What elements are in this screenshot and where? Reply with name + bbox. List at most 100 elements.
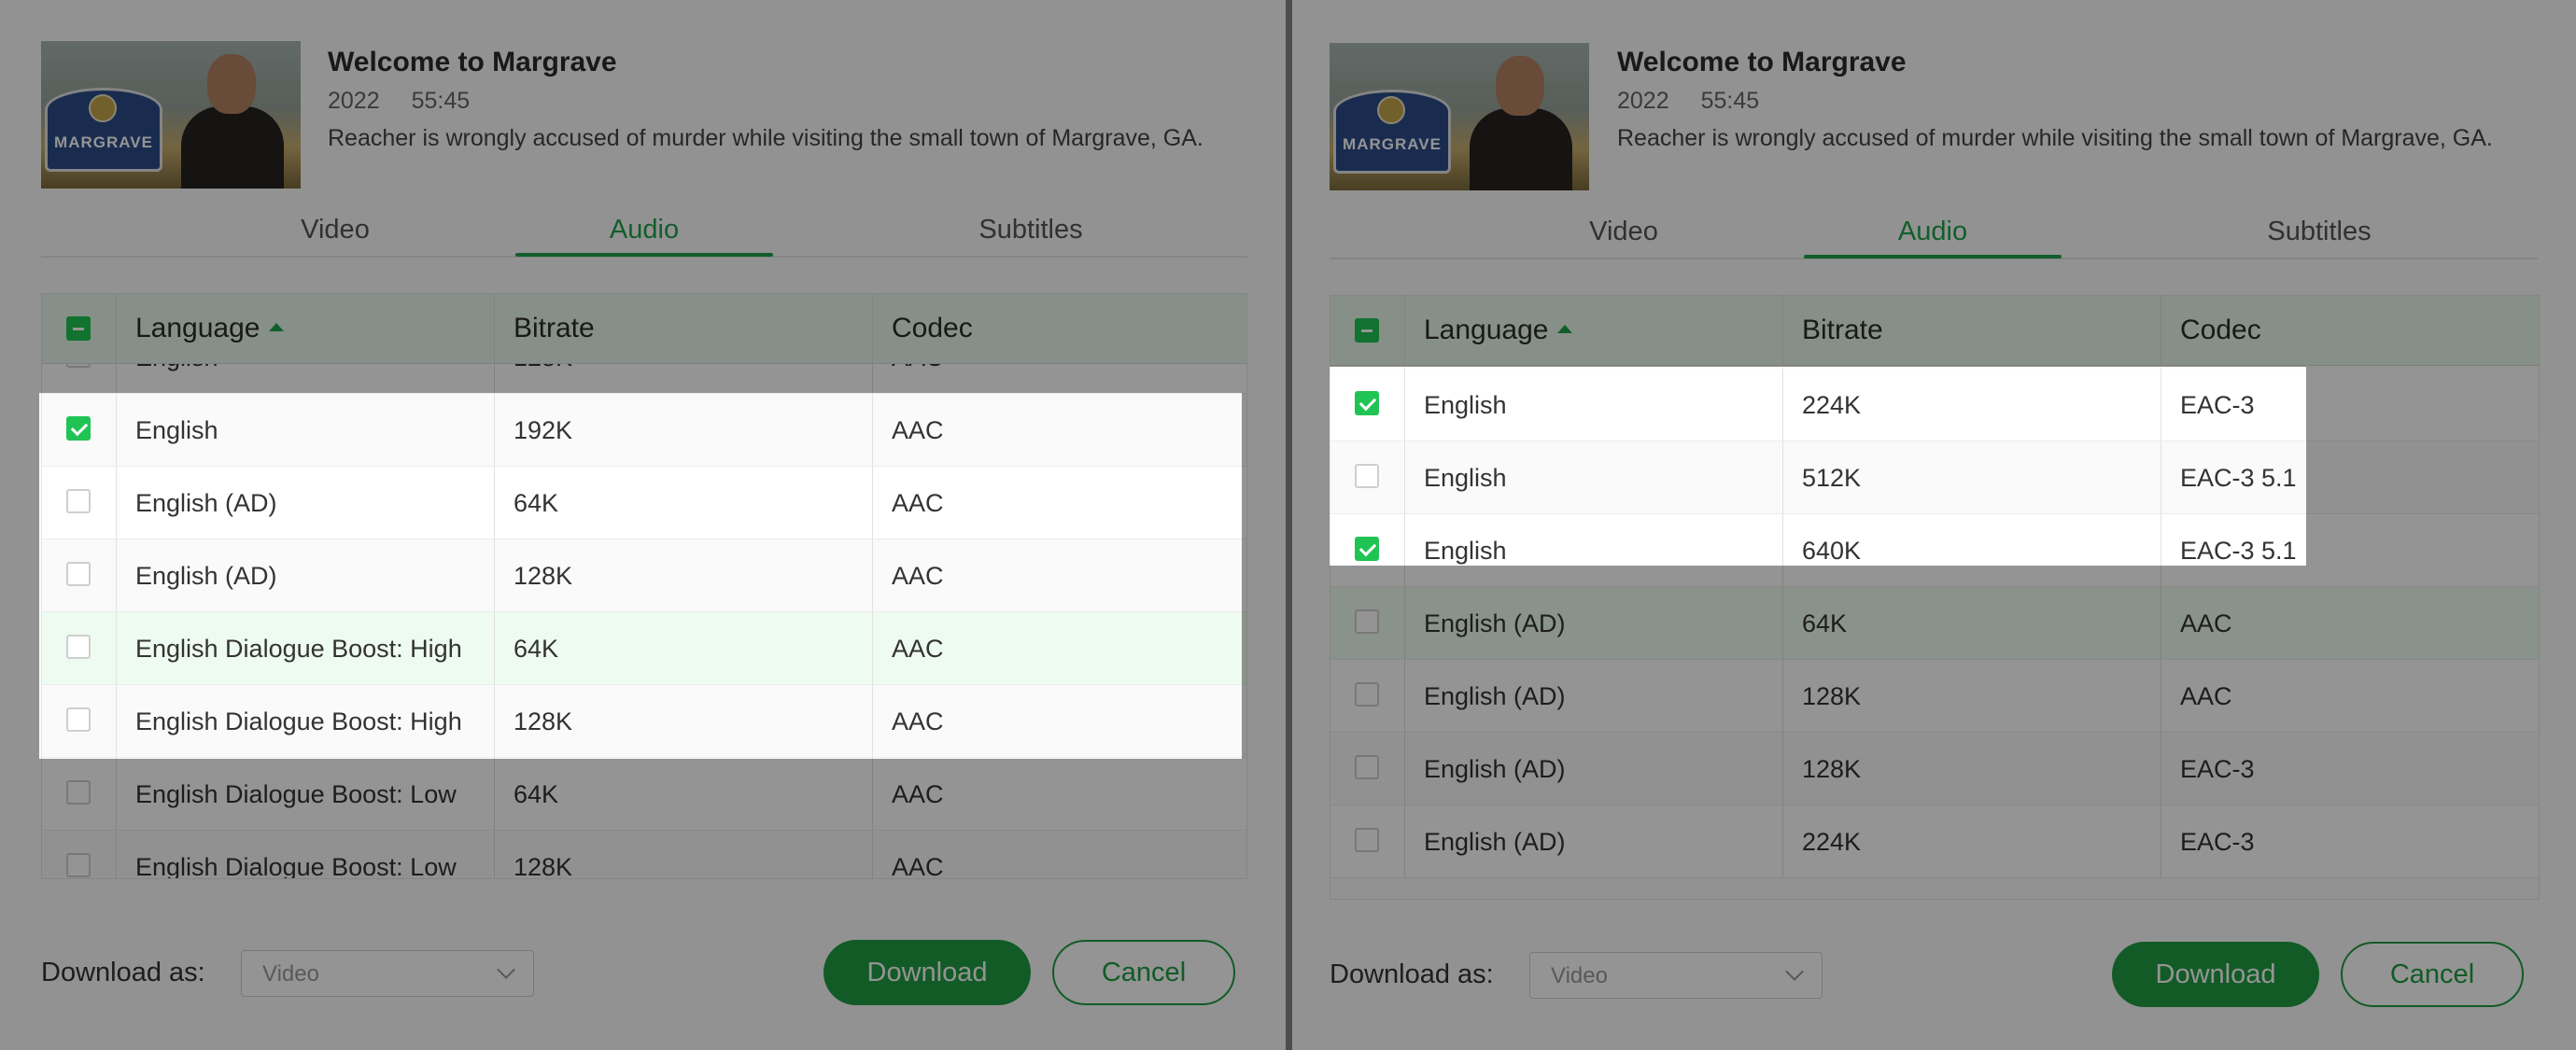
cell-language: English xyxy=(1424,464,1507,492)
cell-bitrate: 64K xyxy=(514,489,559,517)
row-checkbox[interactable] xyxy=(66,416,91,441)
table-row[interactable]: English 512K EAC-3 5.1 xyxy=(1330,441,2539,514)
table-body: English 224K EAC-3 English 512K EAC-3 5.1 Engl… xyxy=(1330,296,2539,899)
row-checkbox[interactable] xyxy=(66,635,91,659)
download-dialog-right: MARGRAVE Welcome to Margrave 2022 55:45 R… xyxy=(1292,0,2576,1050)
table-row[interactable]: English (AD) 64K AAC xyxy=(1330,587,2539,660)
download-as-select[interactable]: Video xyxy=(241,950,534,997)
cell-bitrate: 224K xyxy=(1802,391,1862,419)
tab-subtitles[interactable]: Subtitles xyxy=(909,209,1152,254)
table-row[interactable]: English Dialogue Boost: Low 64K AAC xyxy=(42,758,1246,831)
row-checkbox[interactable] xyxy=(66,707,91,732)
cell-language: English (AD) xyxy=(1424,828,1566,856)
episode-title: Welcome to Margrave xyxy=(1617,47,1907,77)
cell-bitrate: 128K xyxy=(514,562,573,590)
row-checkbox[interactable] xyxy=(66,853,91,877)
cell-codec: AAC xyxy=(892,853,944,879)
episode-duration: 55:45 xyxy=(1700,88,1760,114)
table-row[interactable]: English (AD) 224K EAC-3 xyxy=(1330,805,2539,878)
tab-video[interactable]: Video xyxy=(214,209,457,254)
cell-bitrate: 192K xyxy=(514,416,573,444)
column-codec[interactable]: Codec xyxy=(2161,296,2539,365)
column-language[interactable]: Language xyxy=(117,294,495,363)
track-tabs: Video Audio Subtitles xyxy=(41,209,1247,258)
cell-codec: EAC-3 5.1 xyxy=(2180,537,2297,565)
select-all-checkbox[interactable] xyxy=(66,316,91,341)
audio-track-table: English 224K EAC-3 English 512K EAC-3 5.1 Engl… xyxy=(1330,295,2540,900)
table-row[interactable]: English (AD) 128K AAC xyxy=(1330,660,2539,733)
cancel-button[interactable]: Cancel xyxy=(1052,940,1235,1005)
download-button[interactable]: Download xyxy=(2112,942,2319,1007)
sort-ascending-icon[interactable] xyxy=(269,323,285,331)
cell-codec: AAC xyxy=(2180,682,2232,710)
cell-bitrate: 640K xyxy=(1802,537,1862,565)
cell-codec: AAC xyxy=(892,635,944,663)
episode-thumbnail: MARGRAVE xyxy=(1330,43,1589,190)
tab-audio[interactable]: Audio xyxy=(515,209,773,257)
table-row[interactable]: English 224K EAC-3 xyxy=(1330,369,2539,441)
row-checkbox[interactable] xyxy=(1355,464,1379,488)
download-as-select[interactable]: Video xyxy=(1529,952,1823,999)
episode-duration: 55:45 xyxy=(411,88,471,114)
episode-meta: 2022 55:45 xyxy=(328,88,501,115)
table-row[interactable]: English 640K EAC-3 5.1 xyxy=(1330,514,2539,587)
cell-codec: AAC xyxy=(892,562,944,590)
panel-divider xyxy=(1286,0,1292,1050)
download-button[interactable]: Download xyxy=(823,940,1031,1005)
cell-bitrate: 64K xyxy=(1802,609,1848,637)
episode-thumbnail: MARGRAVE xyxy=(41,41,301,189)
row-checkbox[interactable] xyxy=(66,562,91,586)
row-checkbox[interactable] xyxy=(1355,682,1379,707)
row-checkbox[interactable] xyxy=(1355,828,1379,852)
column-language[interactable]: Language xyxy=(1405,296,1783,365)
column-codec[interactable]: Codec xyxy=(873,294,1246,363)
episode-meta: 2022 55:45 xyxy=(1617,88,1791,115)
sort-ascending-icon[interactable] xyxy=(1557,325,1573,333)
cancel-button[interactable]: Cancel xyxy=(2341,942,2524,1007)
cell-language: English (AD) xyxy=(1424,682,1566,710)
cell-bitrate: 128K xyxy=(1802,682,1862,710)
table-row[interactable]: English 192K AAC xyxy=(42,394,1246,467)
column-language-label: Language xyxy=(1424,315,1549,345)
tab-video[interactable]: Video xyxy=(1502,211,1745,256)
row-checkbox[interactable] xyxy=(1355,391,1379,415)
table-body: English128KAACEnglish192KAACEnglish (AD)… xyxy=(42,294,1246,878)
table-row[interactable]: English Dialogue Boost: Low 128K AAC xyxy=(42,831,1246,879)
track-tabs: Video Audio Subtitles xyxy=(1330,211,2538,259)
cell-bitrate: 64K xyxy=(514,780,559,808)
sign-text: MARGRAVE xyxy=(1343,135,1442,153)
table-row[interactable]: English (AD) 64K AAC xyxy=(42,467,1246,539)
cell-language: English Dialogue Boost: High xyxy=(135,635,462,663)
episode-year: 2022 xyxy=(1617,88,1669,114)
margrave-sign: MARGRAVE xyxy=(45,88,162,172)
table-row[interactable]: English (AD) 128K AAC xyxy=(42,539,1246,612)
cell-codec: EAC-3 xyxy=(2180,828,2255,856)
cell-language: English xyxy=(1424,391,1507,419)
column-bitrate[interactable]: Bitrate xyxy=(495,294,873,363)
table-row[interactable]: English Dialogue Boost: High 128K AAC xyxy=(42,685,1246,758)
cell-language: English (AD) xyxy=(135,562,277,590)
column-bitrate-label: Bitrate xyxy=(1802,315,1883,345)
cell-codec: AAC xyxy=(892,416,944,444)
tab-subtitles[interactable]: Subtitles xyxy=(2198,211,2441,256)
column-bitrate[interactable]: Bitrate xyxy=(1783,296,2161,365)
tab-audio[interactable]: Audio xyxy=(1804,211,2062,259)
row-checkbox[interactable] xyxy=(66,780,91,805)
select-all-checkbox[interactable] xyxy=(1355,318,1379,343)
cell-language: English Dialogue Boost: Low xyxy=(135,853,457,879)
cell-codec: AAC xyxy=(892,707,944,735)
table-row[interactable]: English Dialogue Boost: High 64K AAC xyxy=(42,612,1246,685)
row-checkbox[interactable] xyxy=(1355,537,1379,561)
episode-year: 2022 xyxy=(328,88,380,114)
row-checkbox[interactable] xyxy=(1355,609,1379,634)
row-checkbox[interactable] xyxy=(66,489,91,513)
episode-title: Welcome to Margrave xyxy=(328,47,617,77)
cell-bitrate: 64K xyxy=(514,635,559,663)
episode-description: Reacher is wrongly accused of murder whi… xyxy=(328,125,1204,151)
download-as-label: Download as: xyxy=(41,958,205,987)
cell-language: English Dialogue Boost: High xyxy=(135,707,462,735)
table-row[interactable]: English (AD) 128K EAC-3 xyxy=(1330,733,2539,805)
row-checkbox[interactable] xyxy=(1355,755,1379,779)
cell-language: English xyxy=(1424,537,1507,565)
column-bitrate-label: Bitrate xyxy=(514,313,595,343)
